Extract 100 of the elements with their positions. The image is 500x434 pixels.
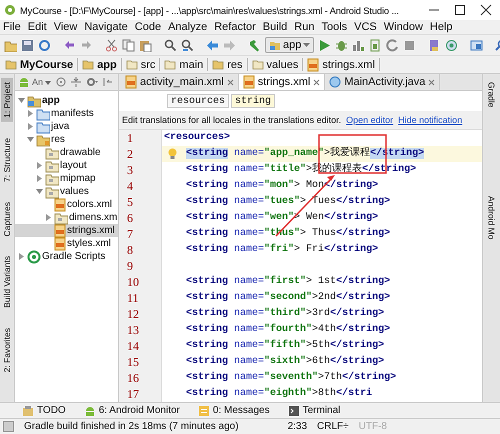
breadcrumb[interactable]: src (124, 58, 160, 71)
notification-link[interactable]: Open editor (346, 115, 394, 125)
tree-item[interactable]: app (15, 94, 118, 107)
status-message: Gradle build finished in 2s 18ms (7 minutes ago) (24, 421, 240, 432)
expand-arrow-icon[interactable] (17, 252, 26, 261)
save-icon[interactable] (21, 38, 34, 52)
tree-item[interactable]: colors.xml (15, 198, 118, 211)
tool-window-button[interactable]: Terminal (288, 404, 340, 416)
cut-icon[interactable] (105, 38, 118, 52)
tree-item[interactable]: Gradle Scripts (15, 250, 118, 263)
back-icon[interactable] (206, 38, 219, 52)
collapse-arrow-icon[interactable] (17, 96, 26, 105)
collapse-all-icon[interactable] (71, 77, 82, 87)
folder-icon[interactable] (4, 38, 17, 52)
breadcrumb[interactable]: main (162, 58, 208, 71)
stop-icon[interactable] (403, 38, 416, 52)
avd-manager-icon[interactable] (445, 38, 458, 52)
redo-icon[interactable] (80, 38, 93, 52)
close-icon[interactable] (480, 4, 492, 16)
expand-arrow-icon[interactable] (35, 174, 44, 183)
menu-item[interactable]: Window (384, 21, 423, 33)
notification-link[interactable]: Hide notification (398, 115, 462, 125)
line-separator[interactable]: CRLF÷ (317, 421, 349, 432)
menu-item[interactable]: File (3, 21, 21, 33)
notification-text: Edit translations for all locales in the translations editor. (122, 115, 342, 125)
editor-tab[interactable]: strings.xml (238, 74, 326, 90)
menu-item[interactable]: Analyze (168, 21, 208, 33)
hide-panel-icon[interactable] (103, 77, 114, 87)
copy-icon[interactable] (122, 38, 135, 52)
menu-item[interactable]: Edit (28, 21, 47, 33)
xml-path-tab[interactable]: string (231, 94, 276, 108)
tree-item[interactable]: layout (15, 159, 118, 172)
folder-icon (45, 184, 59, 198)
editor-tab[interactable]: MainActivity.java (325, 74, 440, 90)
menu-item[interactable]: Run (294, 21, 314, 33)
collapse-arrow-icon[interactable] (26, 135, 35, 144)
profiler-icon[interactable] (352, 38, 366, 52)
expand-arrow-icon[interactable] (35, 161, 44, 170)
tool-window-button[interactable]: 6: Android Monitor (84, 404, 180, 416)
debug-icon[interactable] (335, 38, 348, 52)
project-structure-icon[interactable] (470, 38, 484, 52)
collapse-arrow-icon[interactable] (35, 187, 44, 196)
xml-path-tab[interactable]: resources (167, 94, 230, 108)
menu-item[interactable]: Help (430, 21, 453, 33)
tree-item[interactable]: mipmap (15, 172, 118, 185)
folder-icon (36, 106, 50, 120)
expand-arrow-icon[interactable] (26, 122, 35, 131)
paste-icon[interactable] (139, 38, 152, 52)
maximize-icon[interactable] (454, 4, 466, 16)
undo-icon[interactable] (63, 38, 76, 52)
folder-icon (45, 146, 59, 160)
menu-item[interactable]: Refactor (214, 21, 256, 33)
menu-item[interactable]: View (54, 21, 78, 33)
cursor-position[interactable]: 2:33 (288, 421, 308, 432)
tree-item[interactable]: java (15, 120, 118, 133)
lightbulb-icon[interactable] (168, 148, 177, 160)
tool-window-tab[interactable]: 2: Favorites (1, 324, 13, 377)
menu-item[interactable]: VCS (354, 21, 377, 33)
folder-icon (5, 59, 17, 70)
breadcrumb[interactable]: MyCourse (3, 58, 78, 71)
apply-changes-icon[interactable] (386, 38, 400, 52)
tool-window-tab[interactable]: 1: Project (1, 78, 13, 122)
menu-item[interactable]: Build (262, 21, 288, 33)
tree-item[interactable]: styles.xml (15, 237, 118, 250)
device-icon[interactable] (369, 38, 382, 52)
tool-window-tab[interactable]: 7: Structure (1, 134, 13, 186)
breadcrumb[interactable]: res (210, 58, 248, 71)
run-configuration-dropdown[interactable]: app (265, 37, 314, 53)
tool-window-tab[interactable]: Build Variants (1, 252, 13, 312)
target-icon[interactable] (56, 77, 66, 87)
xml-file-icon (307, 58, 320, 72)
sync-icon[interactable] (38, 38, 51, 52)
tree-item[interactable]: strings.xml (15, 224, 118, 237)
editor-tab[interactable]: activity_main.xml (121, 74, 239, 90)
run-icon[interactable] (318, 38, 332, 52)
panel-toggle-icon[interactable] (3, 421, 14, 432)
hammer-icon[interactable] (248, 38, 261, 52)
expand-arrow-icon[interactable] (44, 213, 53, 222)
search-icon[interactable] (164, 38, 177, 52)
tool-window-tab[interactable]: Captures (1, 198, 13, 240)
tree-item[interactable]: manifests (15, 107, 118, 120)
tree-item[interactable]: res (15, 133, 118, 146)
xml-file-icon (54, 236, 66, 250)
settings-icon[interactable] (86, 77, 98, 87)
tool-window-tab[interactable]: Gradle (486, 78, 498, 112)
menu-item[interactable]: Tools (321, 21, 348, 33)
tool-window-button[interactable]: TODO (22, 404, 66, 416)
tree-item[interactable]: drawable (15, 146, 118, 159)
tool-window-tab[interactable]: Android Mo (486, 192, 498, 243)
menu-item[interactable]: Code (134, 21, 162, 33)
expand-arrow-icon[interactable] (26, 109, 35, 118)
tree-item[interactable]: dimens.xml (15, 211, 118, 224)
breadcrumb[interactable]: app (80, 58, 122, 71)
code-line: <string name="second">2nd</string> (185, 290, 392, 305)
tree-item[interactable]: values (15, 185, 118, 198)
replace-icon[interactable] (181, 38, 194, 52)
breadcrumb[interactable]: values (250, 58, 304, 71)
menu-item[interactable]: Navigate (84, 21, 128, 33)
tool-window-button[interactable]: 0: Messages (198, 404, 270, 416)
breadcrumb[interactable]: strings.xml (305, 58, 380, 71)
